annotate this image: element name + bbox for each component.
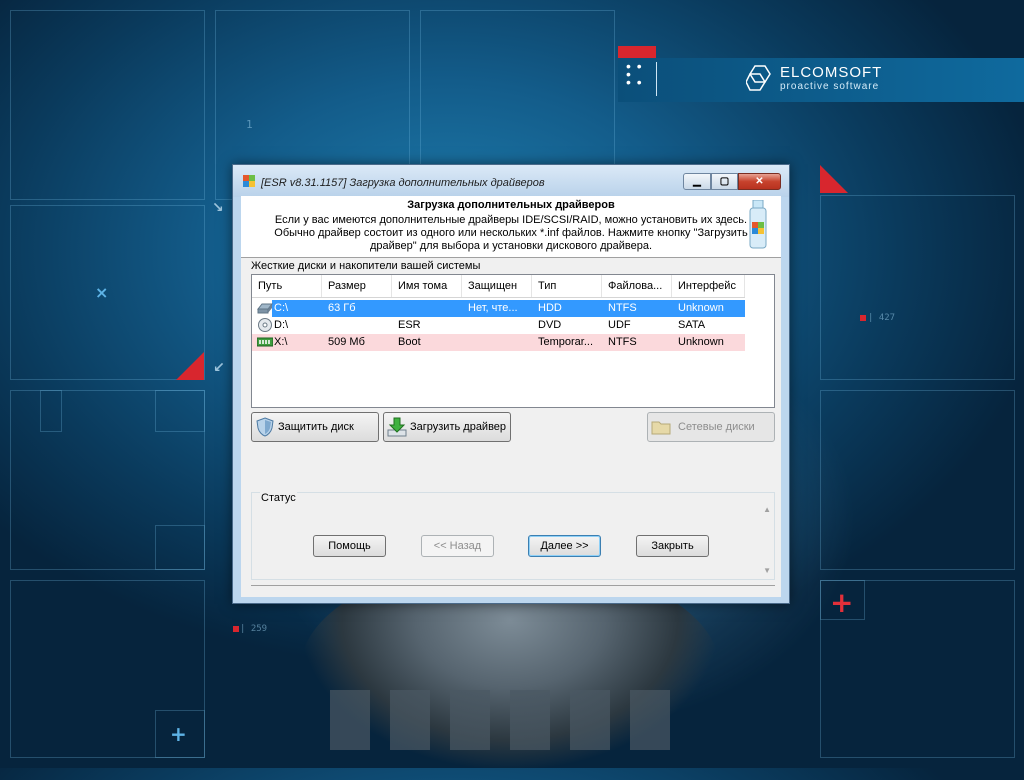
back-button[interactable]: << Назад — [421, 535, 494, 557]
disks-list[interactable]: Путь Размер Имя тома Защищен Тип Файлова… — [251, 274, 775, 408]
scroll-up-icon[interactable]: ▲ — [763, 505, 771, 514]
driver-load-window: [ESR v8.31.1157] Загрузка дополнительных… — [232, 164, 790, 604]
cell-interface: SATA — [678, 319, 706, 331]
title-bar[interactable]: [ESR v8.31.1157] Загрузка дополнительных… — [233, 165, 789, 197]
scroll-down-icon[interactable]: ▼ — [763, 566, 771, 575]
bg-tile — [40, 390, 62, 432]
bg-mark: | 259 — [240, 624, 268, 634]
bg-tile — [155, 390, 205, 432]
bg-mark: | 427 — [868, 313, 896, 323]
bg-red-dot — [233, 626, 239, 632]
bg-tile — [155, 525, 205, 570]
load-driver-button[interactable]: Загрузить драйвер — [383, 412, 511, 442]
protect-disk-label: Защитить диск — [278, 421, 354, 433]
folder-icon — [651, 421, 671, 435]
dialog-client-area: Загрузка дополнительных драйверов Если у… — [241, 196, 781, 597]
help-button[interactable]: Помощь — [313, 535, 386, 557]
red-triangle — [820, 165, 848, 193]
disk-row-x[interactable]: X:\ 509 Мб Boot Temporar... NTFS Unknown — [252, 334, 745, 351]
cell-volume: ESR — [398, 319, 421, 331]
dialog-heading: Загрузка дополнительных драйверов — [407, 199, 615, 211]
cell-type: HDD — [538, 302, 562, 314]
bg-mark: 1 — [246, 118, 253, 131]
brand-red-bar — [618, 46, 656, 58]
cell-path: D:\ — [274, 319, 289, 331]
maximize-icon: ▢ — [719, 176, 730, 187]
minimize-button[interactable]: ▁ — [683, 173, 711, 190]
close-button[interactable]: Закрыть — [636, 535, 709, 557]
cell-type: Temporar... — [538, 336, 594, 348]
cell-path: C:\ — [274, 302, 289, 314]
app-icon — [243, 175, 255, 187]
brand-tagline: proactive software — [780, 81, 880, 92]
description-line: Обычно драйвер состоит из одного или нес… — [274, 227, 748, 239]
dialog-header: Загрузка дополнительных драйверов Если у… — [241, 196, 781, 257]
cell-size: 63 Гб — [328, 302, 356, 314]
description-line: драйвер" для выбора и установки дисковог… — [369, 240, 652, 252]
column-header-filesystem[interactable]: Файлова... — [602, 275, 672, 297]
bg-tile — [820, 390, 1015, 570]
column-header-size[interactable]: Размер — [322, 275, 392, 297]
disk-row-d[interactable]: D:\ ESR DVD UDF SATA — [252, 317, 745, 334]
minimize-icon: ▁ — [693, 176, 701, 187]
download-arrow-icon — [387, 417, 407, 437]
plus-icon: + — [830, 586, 854, 619]
protect-disk-button[interactable]: Защитить диск — [251, 412, 379, 442]
brand-name: ELCOMSOFT — [780, 64, 883, 81]
cell-volume — [392, 300, 462, 317]
cell-volume: Boot — [398, 336, 421, 348]
cell-filesystem: NTFS — [608, 302, 637, 314]
cell-path: X:\ — [274, 336, 288, 348]
load-driver-label: Загрузить драйвер — [410, 421, 507, 433]
close-icon: ✕ — [755, 176, 764, 187]
cell-filesystem: NTFS — [608, 336, 637, 348]
brand-logo-icon — [746, 65, 771, 91]
cell-protected — [462, 317, 532, 334]
red-triangle — [176, 352, 204, 380]
ram-disk-icon — [257, 337, 273, 347]
cell-size — [322, 317, 392, 334]
cell-interface: Unknown — [678, 302, 724, 314]
column-header-path[interactable]: Путь — [252, 275, 322, 297]
list-header: Путь Размер Имя тома Защищен Тип Файлова… — [252, 275, 745, 298]
bg-tile — [10, 10, 205, 200]
plus-icon: + — [170, 722, 187, 746]
brand-separator — [656, 62, 657, 96]
cross-icon: × — [95, 283, 109, 302]
cell-filesystem: UDF — [608, 319, 631, 331]
column-header-interface[interactable]: Интерфейс — [672, 275, 745, 297]
arrow-icon: ↙ — [213, 360, 225, 376]
window-title: [ESR v8.31.1157] Загрузка дополнительных… — [261, 177, 545, 189]
close-window-button[interactable]: ✕ — [738, 173, 781, 190]
footer-separator — [251, 585, 775, 586]
brand-dots-icon: • • • • • — [626, 58, 643, 90]
column-header-protected[interactable]: Защищен — [462, 275, 532, 297]
disks-group-label: Жесткие диски и накопители вашей системы — [251, 260, 481, 272]
network-drives-button[interactable]: Сетевые диски — [647, 412, 775, 442]
arrow-icon: ↘ — [212, 200, 224, 216]
disk-row-c[interactable]: C:\ 63 Гб Нет, чте... HDD NTFS Unknown — [252, 300, 745, 317]
maximize-button[interactable]: ▢ — [711, 173, 738, 190]
column-header-volume[interactable]: Имя тома — [392, 275, 462, 297]
cell-protected: Нет, чте... — [468, 302, 518, 314]
cell-type: DVD — [538, 319, 562, 331]
network-drives-label: Сетевые диски — [678, 421, 755, 433]
next-button[interactable]: Далее >> — [528, 535, 601, 557]
column-header-type[interactable]: Тип — [532, 275, 602, 297]
driver-package-icon — [749, 200, 767, 249]
shield-icon — [256, 417, 274, 437]
gear-teeth — [330, 690, 670, 750]
dialog-description: Если у вас имеются дополнительные драйве… — [241, 214, 781, 253]
cell-size: 509 Мб — [328, 336, 365, 348]
hard-disk-icon — [257, 303, 273, 314]
cell-interface: Unknown — [678, 336, 724, 348]
cell-protected — [462, 334, 532, 351]
optical-disc-icon — [258, 318, 272, 332]
description-line: Если у вас имеются дополнительные драйве… — [274, 214, 748, 226]
status-label: Статус — [260, 492, 297, 504]
bg-red-dot — [860, 315, 866, 321]
bg-tile — [820, 195, 1015, 380]
